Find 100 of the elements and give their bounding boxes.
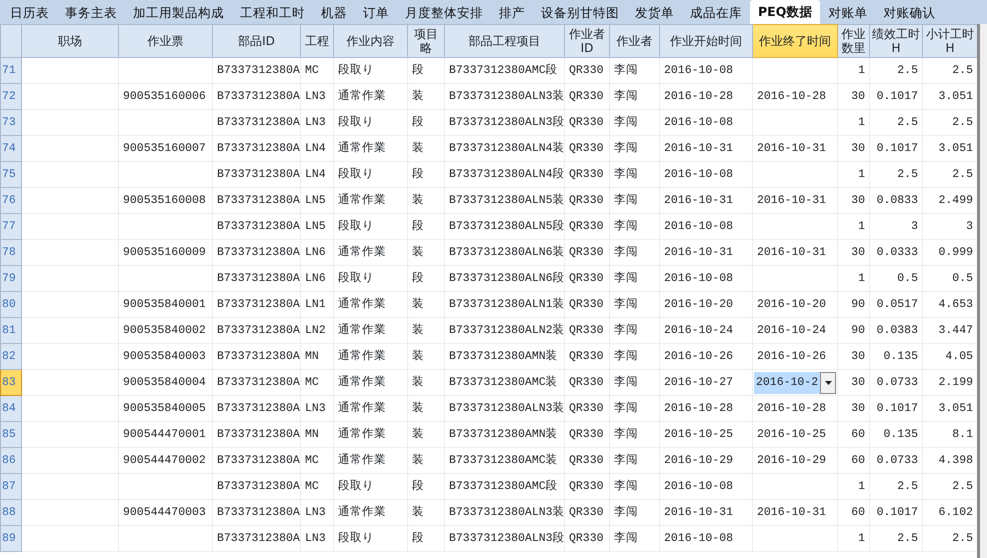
row-header[interactable]: 88	[0, 500, 22, 526]
tab[interactable]: 对账单	[820, 2, 876, 24]
table-cell: 2016-10-28	[660, 84, 752, 110]
row-header[interactable]: 74	[0, 136, 22, 162]
tab[interactable]: 排产	[491, 2, 533, 24]
table-cell: B7337312380A	[212, 448, 300, 474]
table-cell: LN4	[300, 162, 334, 188]
table-cell: 李闯	[610, 58, 660, 84]
table-cell: 段取り	[334, 58, 408, 84]
table-cell: 段取り	[334, 110, 408, 136]
row-header[interactable]: 78	[0, 240, 22, 266]
table-cell: 李闯	[610, 448, 660, 474]
row-header[interactable]: 86	[0, 448, 22, 474]
table-cell: QR330	[564, 474, 610, 500]
table-cell: B7337312380A	[212, 344, 300, 370]
row-header[interactable]: 80	[0, 292, 22, 318]
tab[interactable]: 设备别甘特图	[533, 2, 627, 24]
tab[interactable]: 对账确认	[875, 2, 944, 24]
table-cell: MC	[300, 370, 334, 396]
row-header[interactable]: 75	[0, 162, 22, 188]
table-cell: QR330	[564, 240, 610, 266]
table-cell: 段取り	[334, 266, 408, 292]
table-cell: QR330	[564, 110, 610, 136]
table-cell: B7337312380A	[212, 162, 300, 188]
table-cell: 2016-10-31	[660, 240, 752, 266]
row-header[interactable]: 89	[0, 526, 22, 552]
table-cell: QR330	[564, 162, 610, 188]
table-cell: B7337312380AMN装	[444, 422, 564, 448]
tab[interactable]: PEQ数据	[750, 0, 820, 24]
row-header[interactable]: 72	[0, 84, 22, 110]
table-cell: QR330	[564, 318, 610, 344]
table-cell: 900535160009	[118, 240, 212, 266]
table-cell: QR330	[564, 422, 610, 448]
column-header[interactable]: 职场	[22, 24, 118, 58]
table-cell: 装	[408, 188, 444, 214]
column-header[interactable]: 作业者	[610, 24, 660, 58]
tab[interactable]: 加工用製品构成	[125, 2, 232, 24]
column-header[interactable]: 作业内容	[334, 24, 408, 58]
table-cell: 900535160006	[118, 84, 212, 110]
column-header[interactable]: 作业票	[118, 24, 212, 58]
column-header[interactable]: 小计工时H	[922, 24, 977, 58]
scrollbar[interactable]	[977, 24, 987, 558]
table-cell: 2016-10-29	[660, 448, 752, 474]
table-cell: QR330	[564, 266, 610, 292]
table-cell: 李闯	[610, 474, 660, 500]
column-header[interactable]: 部品ID	[212, 24, 300, 58]
table-cell: 1	[838, 162, 870, 188]
table-cell: 2016-10-08	[660, 214, 752, 240]
table-cell: 装	[408, 84, 444, 110]
table-cell: 60	[838, 422, 870, 448]
column-header[interactable]: 部品工程项目	[444, 24, 564, 58]
column-header[interactable]: 项目略	[408, 24, 444, 58]
table-cell: 2016-10-31	[752, 240, 838, 266]
table-cell: B7337312380A	[212, 396, 300, 422]
row-header[interactable]: 73	[0, 110, 22, 136]
table-cell: 0.0733	[870, 448, 922, 474]
table-cell: LN3	[300, 500, 334, 526]
table-cell: 2016-10-26	[752, 344, 838, 370]
table-cell: LN6	[300, 240, 334, 266]
row-header[interactable]: 77	[0, 214, 22, 240]
row-header[interactable]: 82	[0, 344, 22, 370]
table-cell: 段	[408, 474, 444, 500]
table-cell: 2016-10-31	[660, 500, 752, 526]
column-header[interactable]: 作业开始时间	[660, 24, 752, 58]
table-cell: B7337312380AMN装	[444, 344, 564, 370]
table-cell: QR330	[564, 448, 610, 474]
column-header[interactable]: 作业数里	[838, 24, 870, 58]
tab[interactable]: 订单	[355, 2, 397, 24]
tab[interactable]: 发货单	[627, 2, 682, 24]
tab[interactable]: 日历表	[2, 2, 57, 24]
table-cell: 通常作業	[334, 240, 408, 266]
table-cell: 60	[838, 448, 870, 474]
row-header[interactable]: 76	[0, 188, 22, 214]
table-cell: 900535840001	[118, 292, 212, 318]
column-header[interactable]: 作业者ID	[564, 24, 610, 58]
table-cell: 2016-10-28	[660, 396, 752, 422]
table-cell: 段	[408, 214, 444, 240]
table-cell: 2016-10-08	[660, 162, 752, 188]
row-header[interactable]: 71	[0, 58, 22, 84]
tab[interactable]: 成品在库	[682, 2, 750, 24]
table-cell: 李闯	[610, 526, 660, 552]
tab[interactable]: 月度整体安排	[397, 2, 491, 24]
row-header[interactable]: 84	[0, 396, 22, 422]
table-cell: 2016-10-26	[660, 344, 752, 370]
table-cell: 0.0517	[870, 292, 922, 318]
row-header[interactable]: 87	[0, 474, 22, 500]
tab[interactable]: 机器	[313, 2, 355, 24]
row-header[interactable]: 85	[0, 422, 22, 448]
row-header[interactable]: 81	[0, 318, 22, 344]
tab[interactable]: 工程和工时	[232, 2, 313, 24]
table-cell: LN5	[300, 214, 334, 240]
table-cell: 90	[838, 318, 870, 344]
row-header[interactable]: 79	[0, 266, 22, 292]
column-header[interactable]: 工程	[300, 24, 334, 58]
column-header[interactable]: 绩效工时H	[870, 24, 922, 58]
tab[interactable]: 事务主表	[57, 2, 125, 24]
column-header[interactable]: 作业终了时间	[752, 24, 838, 58]
table-cell: 2016-10-08	[660, 58, 752, 84]
row-header[interactable]: 83	[0, 370, 22, 396]
table-cell: 装	[408, 240, 444, 266]
